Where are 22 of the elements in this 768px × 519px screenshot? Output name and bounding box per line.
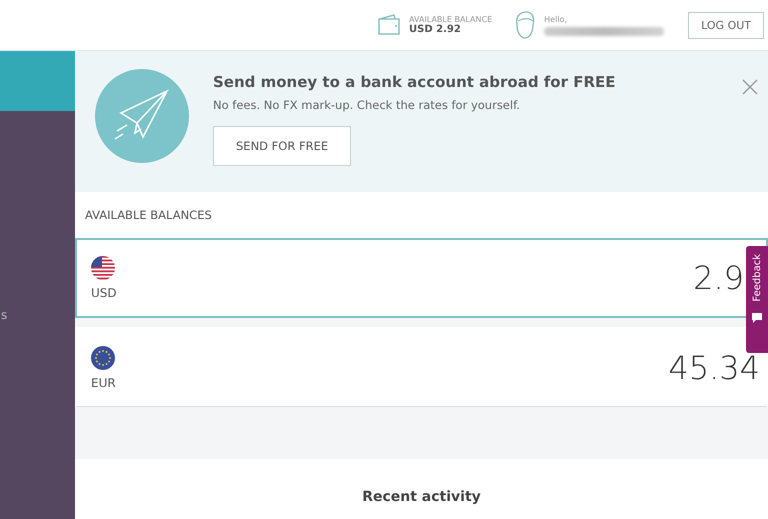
banner-subtitle: No fees. No FX mark-up. Check the rates for yourself.	[213, 98, 521, 112]
sidebar-item[interactable]: s	[1, 308, 75, 322]
balance-amount: 2.9	[693, 259, 744, 297]
avatar-icon	[514, 11, 536, 39]
flag-icon	[91, 256, 115, 280]
balance-card[interactable]: EUR 45.34	[75, 327, 768, 407]
currency-code: EUR	[91, 376, 116, 390]
send-button[interactable]: SEND FOR FREE	[213, 126, 352, 166]
paper-plane-icon	[95, 69, 189, 163]
close-icon[interactable]	[742, 79, 758, 95]
logout-button[interactable]: LOG OUT	[688, 12, 764, 38]
balance-value: USD 2.92	[409, 24, 462, 35]
banner-title: Send money to a bank account abroad for FREE	[213, 73, 616, 91]
recent-activity-title: Recent activity	[362, 489, 481, 505]
balance-label: AVAILABLE BALANCE	[409, 15, 492, 24]
chat-icon	[751, 312, 763, 324]
flag-icon	[91, 346, 115, 370]
greeting: Hello,	[544, 14, 568, 24]
feedback-tab[interactable]: Feedback	[746, 246, 768, 353]
currency-code: USD	[91, 286, 117, 300]
wallet-icon	[377, 14, 402, 36]
section-heading: AVAILABLE BALANCES	[75, 192, 768, 238]
